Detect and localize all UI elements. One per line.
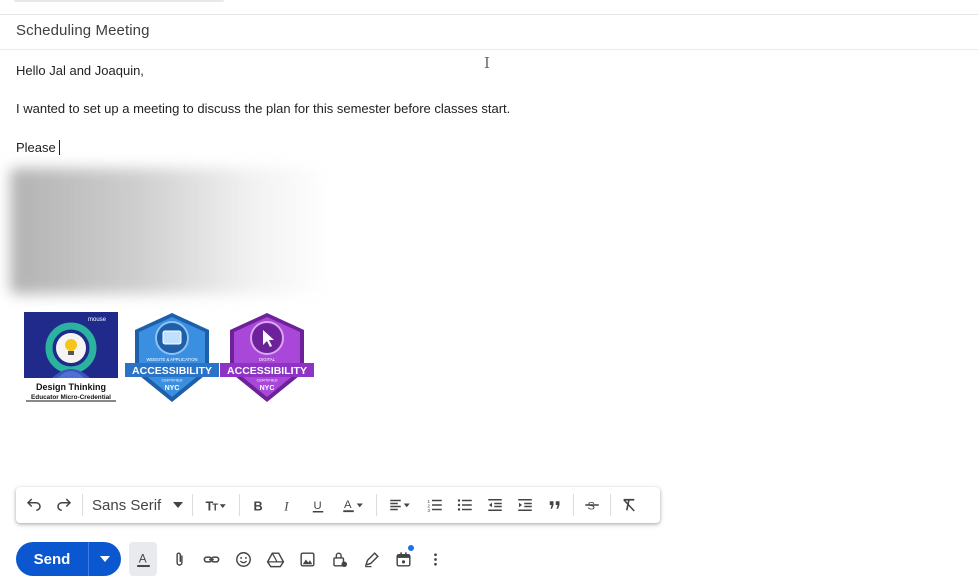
chevron-down-icon <box>173 502 184 508</box>
svg-text:U: U <box>314 500 322 512</box>
attach-icon[interactable] <box>163 542 195 576</box>
strikethrough-icon[interactable]: S <box>577 490 607 520</box>
badge2-title: ACCESSIBILITY <box>132 365 212 377</box>
toolbar-separator <box>82 494 83 516</box>
indent-less-icon[interactable] <box>480 490 510 520</box>
design-thinking-badge: mouse Design Thinking Educator Micro-Cre… <box>24 312 118 402</box>
notification-dot <box>408 545 414 551</box>
bulleted-list-icon[interactable] <box>450 490 480 520</box>
svg-text:S: S <box>588 501 596 513</box>
link-icon[interactable] <box>195 542 227 576</box>
emoji-icon[interactable] <box>227 542 259 576</box>
badge3-title: ACCESSIBILITY <box>227 365 307 377</box>
badge3-top: DIGITAL <box>259 357 276 362</box>
svg-text:3: 3 <box>428 508 431 513</box>
send-options-button[interactable] <box>89 542 121 576</box>
badge1-brand: mouse <box>88 317 107 323</box>
body-line-2-text: Please <box>16 140 56 155</box>
toolbar-separator <box>192 494 194 516</box>
toolbar-separator <box>573 494 575 516</box>
badge3-org: NYC <box>260 385 275 392</box>
quote-icon[interactable] <box>540 490 570 520</box>
undo-icon[interactable] <box>19 490 49 520</box>
text-cursor-icon: I <box>484 54 490 72</box>
cropped-field-text <box>14 0 224 2</box>
svg-text:A: A <box>344 499 352 511</box>
font-family-select[interactable]: Sans Serif <box>86 490 189 520</box>
font-family-value: Sans Serif <box>92 496 162 514</box>
schedule-icon[interactable] <box>387 542 419 576</box>
digital-accessibility-badge: DIGITAL ACCESSIBILITY CERTIFIED NYC <box>220 313 314 402</box>
body-line-2[interactable]: Please <box>16 140 60 155</box>
text-size-icon[interactable]: TT <box>196 490 236 520</box>
subject-divider <box>0 49 978 50</box>
body-line-1[interactable]: I wanted to set up a meeting to discuss … <box>16 101 510 116</box>
more-options-icon[interactable] <box>419 542 451 576</box>
badge2-org: NYC <box>165 385 180 392</box>
badge2-sub: CERTIFIED <box>161 378 182 383</box>
badge1-title: Design Thinking <box>36 382 106 392</box>
subject-field[interactable]: Scheduling Meeting <box>16 22 150 39</box>
text-color-icon[interactable]: A <box>333 490 373 520</box>
redo-icon[interactable] <box>49 490 79 520</box>
badge3-sub: CERTIFIED <box>256 378 277 383</box>
send-button[interactable]: Send <box>16 542 88 576</box>
numbered-list-icon[interactable]: 123 <box>420 490 450 520</box>
drive-icon[interactable] <box>259 542 291 576</box>
web-accessibility-badge: WEBSITE & APPLICATION ACCESSIBILITY CERT… <box>125 313 219 402</box>
badge1-subtitle: Educator Micro-Credential <box>31 394 111 401</box>
text-caret <box>58 140 60 155</box>
body-greeting[interactable]: Hello Jal and Joaquin, <box>16 63 144 78</box>
align-icon[interactable] <box>380 490 420 520</box>
remove-formatting-icon[interactable] <box>614 490 644 520</box>
signature-icon[interactable] <box>355 542 387 576</box>
formatting-toolbar: Sans Serif TT B I U A 123 S <box>16 487 660 523</box>
blurred-signature <box>10 168 330 294</box>
badge2-top: WEBSITE & APPLICATION <box>146 357 197 362</box>
underline-icon[interactable]: U <box>303 490 333 520</box>
photo-icon[interactable] <box>291 542 323 576</box>
toolbar-separator <box>239 494 241 516</box>
svg-text:B: B <box>254 498 263 513</box>
svg-text:T: T <box>212 502 218 513</box>
previous-field-strip <box>0 0 978 15</box>
italic-icon[interactable]: I <box>273 490 303 520</box>
svg-text:I: I <box>283 499 289 513</box>
svg-text:A: A <box>138 551 146 565</box>
confidential-icon[interactable] <box>323 542 355 576</box>
bold-icon[interactable]: B <box>243 490 273 520</box>
toolbar-separator <box>610 494 612 516</box>
send-button-group: Send <box>16 542 121 576</box>
indent-more-icon[interactable] <box>510 490 540 520</box>
formatting-options-icon[interactable]: A <box>129 542 157 576</box>
chevron-down-icon <box>100 556 110 562</box>
compose-action-bar: Send A <box>16 542 451 576</box>
toolbar-separator <box>376 494 378 516</box>
